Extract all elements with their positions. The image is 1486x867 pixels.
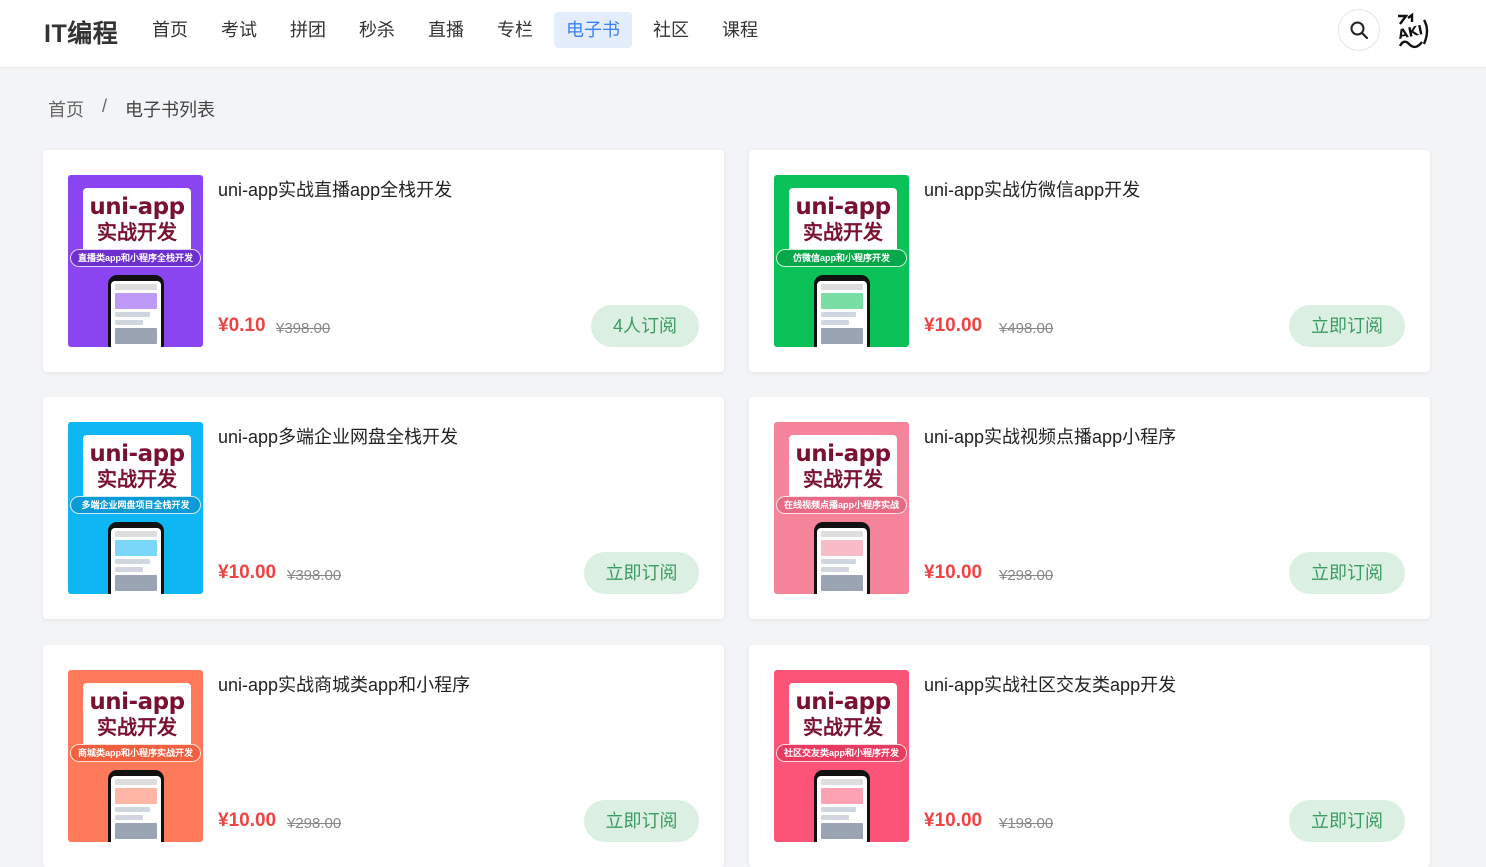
nav-home[interactable]: 首页	[140, 12, 200, 48]
cover-title-line1: uni-app	[795, 194, 891, 220]
ebook-price: ¥10.00	[218, 562, 277, 583]
ebook-title[interactable]: uni-app实战仿微信app开发	[924, 176, 1140, 202]
cover-subtitle-band: 在线视频点播app小程序实战	[776, 496, 907, 514]
ebook-card[interactable]: uni-app 实战开发 仿微信app和小程序开发 uni-app实战仿微信app开发…	[749, 150, 1430, 372]
ebook-cover-image[interactable]: uni-app 实战开发 仿微信app和小程序开发	[774, 175, 909, 347]
nav-flash-sale[interactable]: 秒杀	[347, 12, 407, 48]
ebook-price: ¥10.00	[924, 315, 983, 336]
top-header: IT编程 首页 考试 拼团 秒杀 直播 专栏 电子书 社区 课程 AKI	[0, 0, 1486, 68]
nav-column[interactable]: 专栏	[485, 12, 545, 48]
ebook-cover-image[interactable]: uni-app 实战开发 社区交友类app和小程序开发	[774, 670, 909, 842]
cover-title-line2: 实战开发	[803, 469, 883, 491]
cover-subtitle-band: 商城类app和小程序实战开发	[70, 744, 201, 762]
cover-subtitle-band: 直播类app和小程序全栈开发	[70, 249, 201, 267]
main-nav: 首页 考试 拼团 秒杀 直播 专栏 电子书 社区 课程	[140, 12, 779, 48]
nav-course[interactable]: 课程	[710, 12, 770, 48]
ebook-card[interactable]: uni-app 实战开发 直播类app和小程序全栈开发 uni-app实战直播app全…	[43, 150, 724, 372]
cover-title-box: uni-app 实战开发	[83, 435, 191, 501]
ebook-price: ¥10.00	[924, 562, 983, 583]
ebook-original-price: ¥498.00	[999, 320, 1054, 337]
cover-subtitle-band: 仿微信app和小程序开发	[776, 249, 907, 267]
cover-title-line2: 实战开发	[803, 717, 883, 739]
ebook-price: ¥0.10	[218, 315, 266, 336]
cover-title-line2: 实战开发	[97, 717, 177, 739]
cover-title-line2: 实战开发	[803, 222, 883, 244]
cover-title-line1: uni-app	[89, 689, 185, 715]
phone-mockup	[108, 275, 164, 347]
ebook-cover-image[interactable]: uni-app 实战开发 在线视频点播app小程序实战	[774, 422, 909, 594]
cover-subtitle-band: 多端企业网盘项目全栈开发	[70, 496, 201, 514]
cover-title-box: uni-app 实战开发	[789, 188, 897, 254]
subscribe-button[interactable]: 立即订阅	[584, 552, 699, 594]
breadcrumb-home[interactable]: 首页	[48, 96, 84, 122]
ebook-title[interactable]: uni-app实战视频点播app小程序	[924, 423, 1176, 449]
search-button[interactable]	[1338, 9, 1380, 51]
nav-exam[interactable]: 考试	[209, 12, 269, 48]
svg-text:AKI: AKI	[1397, 23, 1425, 43]
cover-title-box: uni-app 实战开发	[789, 683, 897, 749]
cover-title-box: uni-app 实战开发	[83, 683, 191, 749]
breadcrumb: 首页 / 电子书列表	[48, 96, 215, 122]
cover-title-box: uni-app 实战开发	[789, 435, 897, 501]
subscribe-button[interactable]: 4人订阅	[591, 305, 699, 347]
phone-mockup	[814, 770, 870, 842]
ebook-card[interactable]: uni-app 实战开发 多端企业网盘项目全栈开发 uni-app多端企业网盘全栈开发…	[43, 397, 724, 619]
ebook-original-price: ¥298.00	[999, 567, 1054, 584]
nav-live[interactable]: 直播	[416, 12, 476, 48]
phone-mockup	[108, 522, 164, 594]
breadcrumb-separator: /	[102, 96, 108, 116]
phone-mockup	[814, 522, 870, 594]
ebook-card[interactable]: uni-app 实战开发 社区交友类app和小程序开发 uni-app实战社区交友类a…	[749, 645, 1430, 867]
ebook-cover-image[interactable]: uni-app 实战开发 多端企业网盘项目全栈开发	[68, 422, 203, 594]
ebook-original-price: ¥398.00	[276, 320, 331, 337]
search-icon	[1350, 21, 1369, 40]
ebook-title[interactable]: uni-app多端企业网盘全栈开发	[218, 423, 458, 449]
ebook-card[interactable]: uni-app 实战开发 在线视频点播app小程序实战 uni-app实战视频点播ap…	[749, 397, 1430, 619]
cover-title-line2: 实战开发	[97, 469, 177, 491]
user-avatar[interactable]: AKI	[1394, 12, 1432, 50]
cover-title-line1: uni-app	[795, 441, 891, 467]
ebook-card[interactable]: uni-app 实战开发 商城类app和小程序实战开发 uni-app实战商城类app…	[43, 645, 724, 867]
ebook-price: ¥10.00	[924, 810, 983, 831]
nav-ebook[interactable]: 电子书	[554, 12, 632, 48]
phone-mockup	[108, 770, 164, 842]
subscribe-button[interactable]: 立即订阅	[1289, 552, 1405, 594]
cover-title-line1: uni-app	[89, 441, 185, 467]
ebook-original-price: ¥198.00	[999, 815, 1054, 832]
cover-title-line1: uni-app	[89, 194, 185, 220]
cover-title-box: uni-app 实战开发	[83, 188, 191, 254]
nav-community[interactable]: 社区	[641, 12, 701, 48]
ebook-title[interactable]: uni-app实战商城类app和小程序	[218, 671, 470, 697]
nav-group-buy[interactable]: 拼团	[278, 12, 338, 48]
cover-title-line1: uni-app	[795, 689, 891, 715]
subscribe-button[interactable]: 立即订阅	[1289, 800, 1405, 842]
subscribe-button[interactable]: 立即订阅	[584, 800, 699, 842]
subscribe-button[interactable]: 立即订阅	[1289, 305, 1405, 347]
ebook-cover-image[interactable]: uni-app 实战开发 商城类app和小程序实战开发	[68, 670, 203, 842]
ebook-original-price: ¥398.00	[287, 567, 342, 584]
ebook-cover-image[interactable]: uni-app 实战开发 直播类app和小程序全栈开发	[68, 175, 203, 347]
site-logo[interactable]: IT编程	[44, 14, 118, 50]
phone-mockup	[814, 275, 870, 347]
ebook-original-price: ¥298.00	[287, 815, 342, 832]
ebook-price: ¥10.00	[218, 810, 277, 831]
ebook-title[interactable]: uni-app实战直播app全栈开发	[218, 176, 452, 202]
cover-subtitle-band: 社区交友类app和小程序开发	[776, 744, 907, 762]
breadcrumb-current: 电子书列表	[125, 100, 216, 120]
ebook-title[interactable]: uni-app实战社区交友类app开发	[924, 671, 1176, 697]
cover-title-line2: 实战开发	[97, 222, 177, 244]
